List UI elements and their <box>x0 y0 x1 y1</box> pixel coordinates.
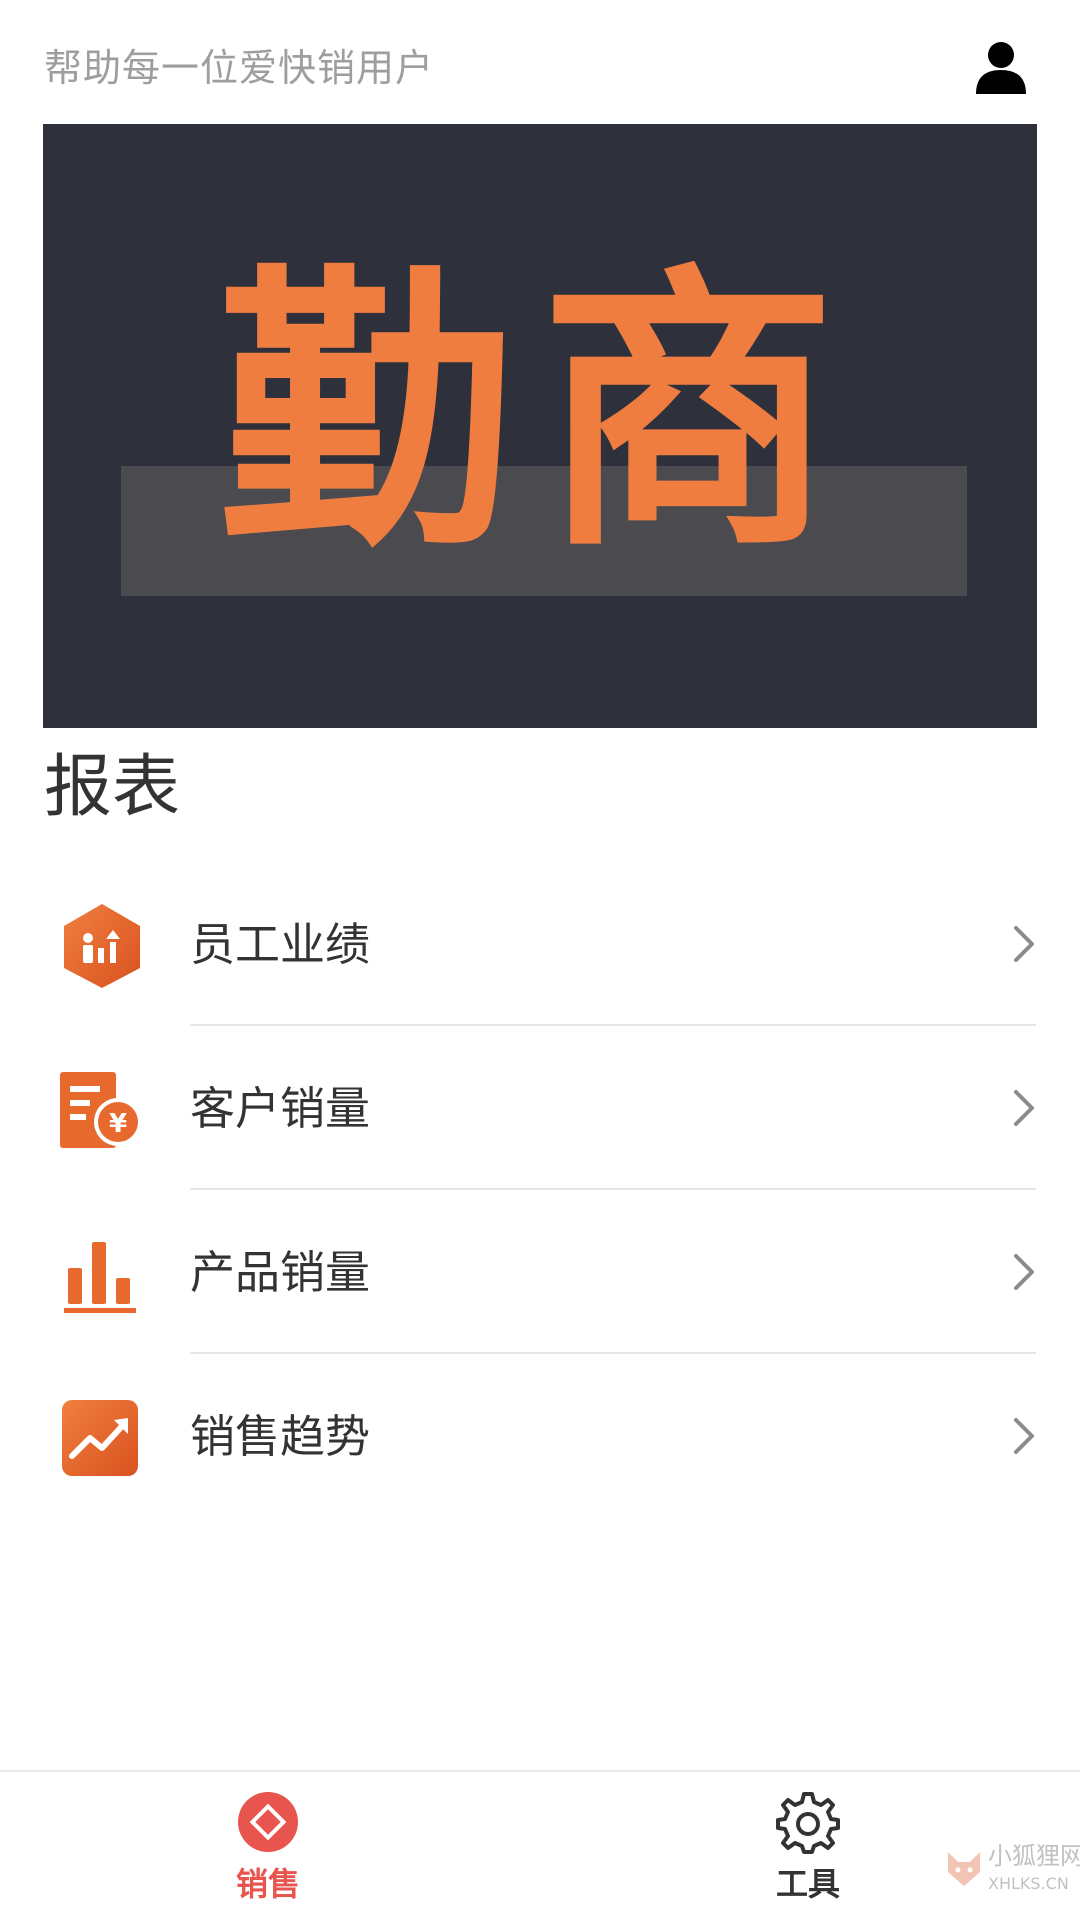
nav-tab-tools[interactable]: 工具 <box>708 1772 908 1922</box>
chevron-right-icon <box>1010 1416 1038 1456</box>
report-item-customer-sales[interactable]: ¥ 客户销量 <box>0 1026 1080 1190</box>
banner-title: 勤商 <box>218 238 862 586</box>
report-list: 员工业绩 ¥ 客户销量 产品销量 销售趋势 <box>0 862 1080 1518</box>
watermark: 小狐狸网 XHLKS.CN <box>944 1838 1080 1910</box>
brand-banner: 勤商 <box>43 124 1037 728</box>
chevron-right-icon <box>1010 924 1038 964</box>
chevron-right-icon <box>1010 1252 1038 1292</box>
report-label: 销售趋势 <box>190 1410 371 1463</box>
section-title-reports: 报表 <box>44 748 181 827</box>
sales-icon <box>236 1790 300 1854</box>
report-item-staff-performance[interactable]: 员工业绩 <box>0 862 1080 1026</box>
report-label: 客户销量 <box>190 1082 371 1135</box>
user-icon <box>976 42 1026 94</box>
bottom-nav: 销售 工具 <box>0 1770 1080 1922</box>
nav-label-sales: 销售 <box>235 1865 300 1903</box>
watermark-domain: XHLKS.CN <box>988 1874 1069 1893</box>
staff-performance-icon <box>58 902 146 990</box>
sales-trend-icon <box>58 1394 146 1482</box>
gear-icon <box>776 1790 840 1854</box>
svg-text:¥: ¥ <box>109 1109 127 1139</box>
report-item-product-sales[interactable]: 产品销量 <box>0 1190 1080 1354</box>
nav-tab-sales[interactable]: 销售 <box>168 1772 368 1922</box>
report-item-sales-trend[interactable]: 销售趋势 <box>0 1354 1080 1518</box>
report-label: 产品销量 <box>190 1246 371 1299</box>
fox-logo-icon <box>944 1848 984 1888</box>
report-label: 员工业绩 <box>190 918 371 971</box>
top-bar: 帮助每一位爱快销用户 <box>0 0 1080 124</box>
nav-label-tools: 工具 <box>775 1865 840 1903</box>
user-profile-button[interactable] <box>970 36 1032 98</box>
chevron-right-icon <box>1010 1088 1038 1128</box>
watermark-name: 小狐狸网 <box>988 1842 1080 1870</box>
customer-sales-icon: ¥ <box>58 1066 146 1154</box>
product-sales-icon <box>58 1230 146 1318</box>
app-slogan: 帮助每一位爱快销用户 <box>44 46 435 90</box>
